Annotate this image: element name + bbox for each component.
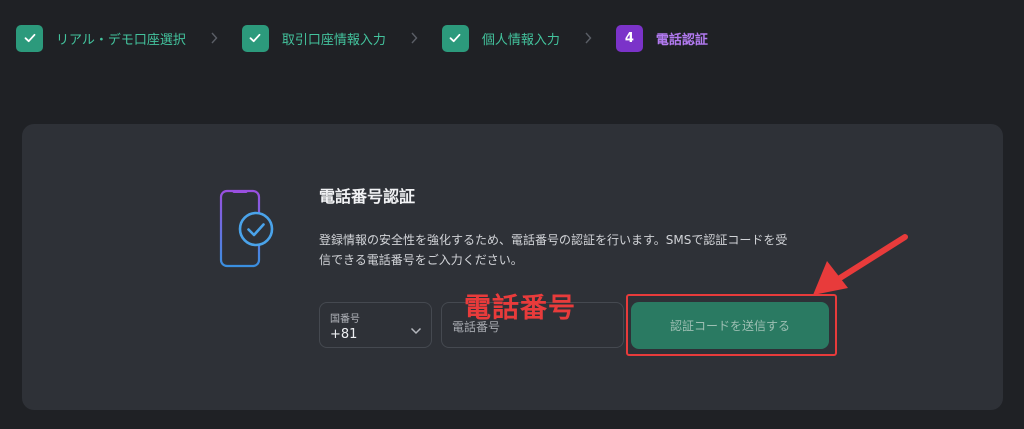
country-code-label: 国番号 — [330, 314, 360, 325]
step-trading-account[interactable]: 取引口座情報入力 — [241, 24, 386, 52]
step-label: 電話認証 — [655, 32, 708, 48]
page: リアル・デモ口座選択 取引口座情報入力 個人情報入力 4 電話認証 電話番号認証… — [0, 0, 1024, 429]
progress-stepper: リアル・デモ口座選択 取引口座情報入力 個人情報入力 4 電話認証 — [16, 24, 708, 52]
card-title: 電話番号認証 — [319, 187, 416, 206]
chevron-right-icon — [584, 32, 592, 44]
check-icon — [441, 24, 469, 52]
description-line: 登録情報の安全性を強化するため、電話番号の認証を行います。SMSで認証コードを受 — [319, 233, 788, 247]
country-code-select[interactable]: 国番号 +81 — [319, 302, 432, 348]
check-icon — [16, 24, 43, 52]
phone-check-icon — [216, 189, 278, 275]
chevron-down-icon — [410, 320, 422, 339]
step-personal-info[interactable]: 個人情報入力 — [441, 24, 560, 52]
step-number-badge: 4 — [615, 24, 643, 52]
card-description: 登録情報の安全性を強化するため、電話番号の認証を行います。SMSで認証コードを受… — [319, 230, 839, 270]
annotation-label: 電話番号 — [464, 293, 576, 324]
step-account-type[interactable]: リアル・デモ口座選択 — [16, 24, 186, 52]
step-label: 個人情報入力 — [481, 32, 560, 48]
chevron-right-icon — [210, 32, 218, 44]
step-label: 取引口座情報入力 — [281, 32, 386, 48]
country-code-value: +81 — [330, 327, 358, 342]
chevron-right-icon — [410, 32, 418, 44]
step-label: リアル・デモ口座選択 — [56, 32, 186, 48]
send-code-button[interactable]: 認証コードを送信する — [631, 302, 829, 349]
step-phone-verification: 4 電話認証 — [615, 24, 708, 52]
description-line: 信できる電話番号をご入力ください。 — [319, 253, 523, 267]
check-icon — [241, 24, 269, 52]
